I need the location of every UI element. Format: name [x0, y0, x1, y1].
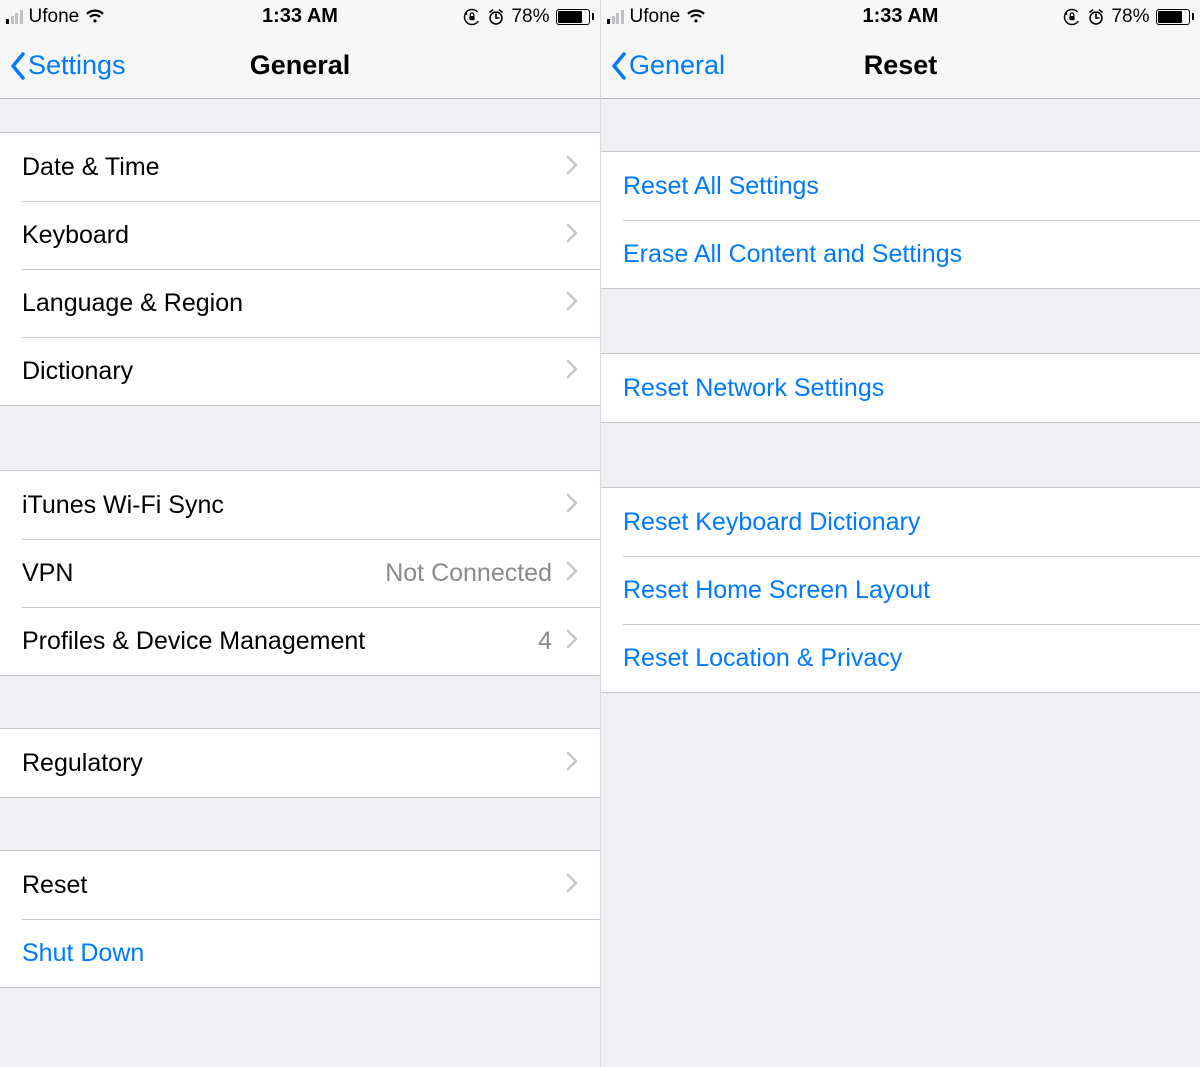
signal-icon — [6, 10, 23, 24]
row-reset-all-settings[interactable]: Reset All Settings — [601, 152, 1200, 220]
wifi-icon — [85, 9, 105, 24]
chevron-right-icon — [566, 153, 578, 182]
back-label: General — [629, 50, 725, 81]
spacer — [0, 99, 600, 132]
carrier-label: Ufone — [29, 6, 80, 28]
chevron-right-icon — [566, 289, 578, 318]
group-reset-other: Reset Keyboard Dictionary Reset Home Scr… — [601, 487, 1200, 693]
status-left: Ufone — [607, 6, 706, 28]
chevron-right-icon — [566, 627, 578, 656]
spacer — [601, 99, 1200, 151]
row-reset-location-privacy[interactable]: Reset Location & Privacy — [601, 624, 1200, 692]
battery-icon — [1156, 9, 1195, 25]
row-label: Shut Down — [22, 939, 578, 968]
orientation-lock-icon — [1063, 8, 1081, 26]
row-itunes-wifi-sync[interactable]: iTunes Wi-Fi Sync — [0, 471, 600, 539]
chevron-right-icon — [566, 491, 578, 520]
group-reset-all: Reset All Settings Erase All Content and… — [601, 151, 1200, 289]
chevron-right-icon — [566, 871, 578, 900]
chevron-right-icon — [566, 221, 578, 250]
nav-bar: Settings General — [0, 33, 600, 99]
row-label: Reset Home Screen Layout — [623, 576, 1178, 605]
orientation-lock-icon — [463, 8, 481, 26]
row-reset-network-settings[interactable]: Reset Network Settings — [601, 354, 1200, 422]
row-label: Reset Keyboard Dictionary — [623, 508, 1178, 537]
row-label: iTunes Wi-Fi Sync — [22, 491, 566, 520]
row-label: Erase All Content and Settings — [623, 240, 1178, 269]
group-localization: Date & Time Keyboard Language & Region D… — [0, 132, 600, 406]
row-reset[interactable]: Reset — [0, 851, 600, 919]
alarm-icon — [487, 8, 505, 26]
row-label: Reset All Settings — [623, 172, 1178, 201]
row-reset-home-screen-layout[interactable]: Reset Home Screen Layout — [601, 556, 1200, 624]
chevron-right-icon — [566, 357, 578, 386]
group-reset-network: Reset Network Settings — [601, 353, 1200, 423]
row-regulatory[interactable]: Regulatory — [0, 729, 600, 797]
chevron-right-icon — [566, 749, 578, 778]
row-date-time[interactable]: Date & Time — [0, 133, 600, 201]
back-label: Settings — [28, 50, 126, 81]
row-reset-keyboard-dictionary[interactable]: Reset Keyboard Dictionary — [601, 488, 1200, 556]
row-label: Reset — [22, 871, 566, 900]
nav-bar: General Reset — [601, 33, 1200, 99]
row-language-region[interactable]: Language & Region — [0, 269, 600, 337]
spacer — [601, 423, 1200, 487]
row-vpn[interactable]: VPN Not Connected — [0, 539, 600, 607]
row-label: Profiles & Device Management — [22, 627, 538, 656]
row-label: VPN — [22, 559, 385, 588]
chevron-left-icon — [10, 52, 26, 80]
row-label: Keyboard — [22, 221, 566, 250]
spacer — [0, 676, 600, 728]
status-bar: Ufone 1:33 AM 78% — [601, 0, 1200, 33]
battery-percent: 78% — [511, 6, 549, 28]
row-shut-down[interactable]: Shut Down — [0, 919, 600, 987]
screen-general: Ufone 1:33 AM 78% — [0, 0, 600, 1067]
group-reset-shutdown: Reset Shut Down — [0, 850, 600, 988]
chevron-right-icon — [566, 559, 578, 588]
chevron-left-icon — [611, 52, 627, 80]
row-dictionary[interactable]: Dictionary — [0, 337, 600, 405]
status-right: 78% — [1063, 6, 1194, 28]
battery-icon — [556, 9, 595, 25]
two-screens-container: Ufone 1:33 AM 78% — [0, 0, 1200, 1067]
row-label: Regulatory — [22, 749, 566, 778]
back-button-general[interactable]: General — [611, 50, 725, 81]
alarm-icon — [1087, 8, 1105, 26]
back-button-settings[interactable]: Settings — [10, 50, 126, 81]
spacer — [0, 406, 600, 470]
row-label: Reset Location & Privacy — [623, 644, 1178, 673]
status-right: 78% — [463, 6, 594, 28]
status-bar: Ufone 1:33 AM 78% — [0, 0, 600, 33]
spacer — [601, 289, 1200, 353]
group-sync-vpn: iTunes Wi-Fi Sync VPN Not Connected Prof… — [0, 470, 600, 676]
spacer — [0, 798, 600, 850]
signal-icon — [607, 10, 624, 24]
row-profiles-device-management[interactable]: Profiles & Device Management 4 — [0, 607, 600, 675]
carrier-label: Ufone — [630, 6, 681, 28]
row-value: 4 — [538, 627, 552, 656]
row-value: Not Connected — [385, 559, 552, 588]
row-label: Language & Region — [22, 289, 566, 318]
row-label: Date & Time — [22, 153, 566, 182]
status-left: Ufone — [6, 6, 105, 28]
wifi-icon — [686, 9, 706, 24]
row-label: Dictionary — [22, 357, 566, 386]
row-keyboard[interactable]: Keyboard — [0, 201, 600, 269]
row-label: Reset Network Settings — [623, 374, 1178, 403]
group-regulatory: Regulatory — [0, 728, 600, 798]
row-erase-all-content[interactable]: Erase All Content and Settings — [601, 220, 1200, 288]
battery-percent: 78% — [1111, 6, 1149, 28]
screen-reset: Ufone 1:33 AM 78% — [600, 0, 1200, 1067]
